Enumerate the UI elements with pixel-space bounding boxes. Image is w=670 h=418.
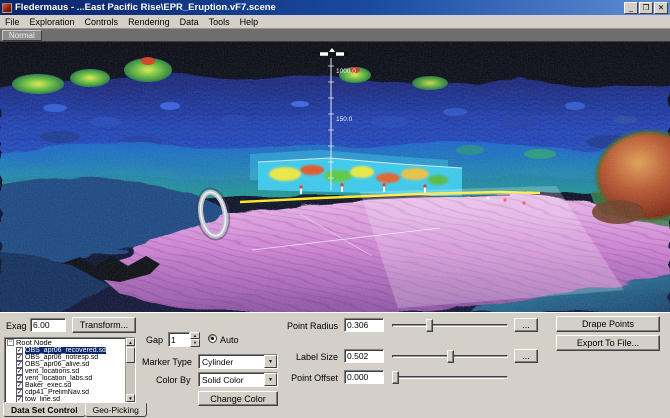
scroll-down-icon[interactable]: ▼ (126, 394, 135, 402)
bathymetry-scene: 1000.0 150.0 (0, 42, 670, 312)
app-icon (2, 3, 12, 13)
checkbox-icon[interactable]: ✓ (16, 375, 23, 382)
gap-label: Gap (146, 335, 163, 345)
point-offset-slider[interactable] (392, 370, 508, 385)
app-window: Fledermaus - ...East Pacific Rise\EPR_Er… (0, 0, 670, 418)
gap-spinner[interactable]: ▲ ▼ (168, 332, 200, 347)
tree-root-label: Root Node (16, 338, 52, 347)
auto-radio[interactable] (208, 334, 217, 343)
label-size-label: Label Size (284, 352, 338, 362)
checkbox-icon[interactable]: ✓ (16, 396, 23, 403)
label-size-input[interactable] (344, 349, 384, 363)
tree-item[interactable]: ✓ tow_line.sd (5, 396, 135, 403)
minimize-button[interactable]: _ (624, 2, 638, 14)
exag-input[interactable] (30, 318, 66, 332)
color-by-value: Solid Color (199, 375, 264, 385)
marker-type-value: Cylinder (199, 357, 264, 367)
tree-item[interactable]: ✓ vent_locations.sd (5, 368, 135, 375)
menu-help[interactable]: Help (235, 17, 264, 27)
exag-label: Exag (6, 321, 27, 331)
scrollbar-thumb[interactable] (126, 347, 135, 363)
render-mode-button[interactable]: Normal (2, 30, 42, 41)
window-title: Fledermaus - ...East Pacific Rise\EPR_Er… (15, 2, 621, 13)
scroll-up-icon[interactable]: ▲ (126, 338, 135, 346)
menu-data[interactable]: Data (175, 17, 204, 27)
gap-input[interactable] (168, 332, 190, 347)
tree-item[interactable]: ✓ vent_location_labs.sd (5, 375, 135, 382)
panel-tabs: Data Set Control Geo-Picking (3, 403, 146, 417)
checkbox-icon[interactable]: ✓ (16, 382, 23, 389)
point-offset-input[interactable] (344, 370, 384, 384)
point-offset-label: Point Offset (284, 373, 338, 383)
texture-grain (0, 42, 670, 312)
marker-type-label: Marker Type (142, 357, 192, 367)
checkbox-icon[interactable]: ✓ (16, 389, 23, 396)
slider-thumb[interactable] (392, 371, 399, 384)
tree-item[interactable]: ✓ cdp41_PrelimNav.sd (5, 389, 135, 396)
viewport-3d[interactable]: 1000.0 150.0 (0, 42, 670, 312)
tree-item[interactable]: ✓ OBS_apr06_recovered.sd (5, 347, 135, 354)
label-size-more-button[interactable]: ... (514, 349, 538, 363)
auto-label: Auto (220, 335, 239, 345)
marker-type-select[interactable]: Cylinder ▼ (198, 354, 278, 369)
menu-rendering[interactable]: Rendering (123, 17, 175, 27)
checkbox-icon[interactable]: ✓ (16, 361, 23, 368)
menu-exploration[interactable]: Exploration (25, 17, 80, 27)
window-controls: _ ❐ ✕ (624, 2, 668, 14)
transform-button[interactable]: Transform... (72, 317, 136, 333)
tree-item[interactable]: ✓ Baker_exec.sd (5, 382, 135, 389)
tree-item[interactable]: ✓ OBS_apr06_notresp.sd (5, 354, 135, 361)
chevron-down-icon[interactable]: ▼ (264, 373, 277, 386)
tree-root-row[interactable]: − Root Node (5, 338, 135, 347)
tab-geo-picking[interactable]: Geo-Picking (85, 403, 147, 417)
menu-file[interactable]: File (0, 17, 25, 27)
titlebar[interactable]: Fledermaus - ...East Pacific Rise\EPR_Er… (0, 0, 670, 15)
tab-data-set-control[interactable]: Data Set Control (3, 403, 86, 417)
collapse-icon[interactable]: − (7, 339, 14, 346)
tree-scrollbar[interactable]: ▲ ▼ (125, 338, 135, 402)
slider-thumb[interactable] (426, 319, 433, 332)
control-panel: Exag Transform... − Root Node ✓ OBS_apr0… (0, 312, 670, 418)
close-button[interactable]: ✕ (654, 2, 668, 14)
menu-tools[interactable]: Tools (204, 17, 235, 27)
slider-track (392, 324, 508, 327)
point-radius-more-button[interactable]: ... (514, 318, 538, 332)
drape-points-button[interactable]: Drape Points (556, 316, 660, 332)
color-by-select[interactable]: Solid Color ▼ (198, 372, 278, 387)
checkbox-icon[interactable]: ✓ (16, 347, 23, 354)
export-to-file-button[interactable]: Export To File... (556, 335, 660, 351)
point-radius-slider[interactable] (392, 318, 508, 333)
point-radius-input[interactable] (344, 318, 384, 332)
menu-bar: File Exploration Controls Rendering Data… (0, 15, 670, 29)
spin-up-icon[interactable]: ▲ (190, 332, 200, 339)
tree-item[interactable]: ✓ OBS_apr06_alive.sd (5, 361, 135, 368)
dataset-tree[interactable]: − Root Node ✓ OBS_apr06_recovered.sd ✓ O… (4, 337, 136, 403)
toolbar: Normal (0, 29, 670, 42)
maximize-button[interactable]: ❐ (639, 2, 653, 14)
change-color-button[interactable]: Change Color (198, 391, 278, 406)
label-size-slider[interactable] (392, 349, 508, 364)
spin-down-icon[interactable]: ▼ (190, 339, 200, 347)
point-radius-label: Point Radius (284, 321, 338, 331)
checkbox-icon[interactable]: ✓ (16, 368, 23, 375)
slider-track (392, 376, 508, 379)
color-by-label: Color By (156, 375, 191, 385)
menu-controls[interactable]: Controls (80, 17, 124, 27)
chevron-down-icon[interactable]: ▼ (264, 355, 277, 368)
slider-thumb[interactable] (447, 350, 454, 363)
checkbox-icon[interactable]: ✓ (16, 354, 23, 361)
